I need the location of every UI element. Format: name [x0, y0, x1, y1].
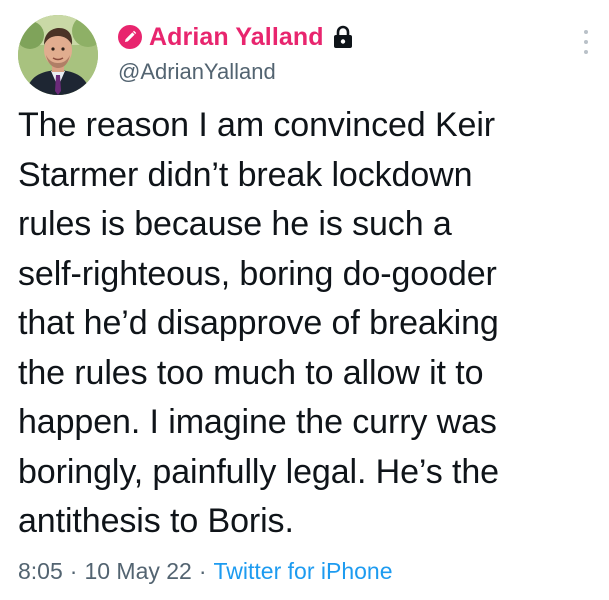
user-handle[interactable]: @AdrianYalland: [118, 59, 353, 85]
avatar[interactable]: [18, 15, 98, 95]
name-row: Adrian Yalland: [118, 20, 353, 54]
tweet-text: The reason I am convinced Keir Starmer d…: [18, 106, 499, 540]
tweet-source-link[interactable]: Twitter for iPhone: [214, 558, 393, 585]
pink-circle-pencil-icon: [118, 25, 142, 49]
display-name[interactable]: Adrian Yalland: [149, 23, 324, 52]
tweet-card: Adrian Yalland @AdrianYalland The reason…: [0, 0, 609, 600]
avatar-photo: [18, 15, 98, 95]
more-vertical-icon[interactable]: [583, 30, 589, 54]
meta-separator: ·: [69, 558, 78, 584]
tweet-header: Adrian Yalland @AdrianYalland: [118, 20, 353, 85]
tweet-meta: 8:05 · 10 May 22 · Twitter for iPhone: [18, 558, 392, 585]
tweet-date[interactable]: 10 May 22: [84, 558, 191, 585]
meta-separator: ·: [198, 558, 207, 584]
lock-icon: [333, 25, 353, 49]
tweet-time[interactable]: 8:05: [18, 558, 63, 585]
